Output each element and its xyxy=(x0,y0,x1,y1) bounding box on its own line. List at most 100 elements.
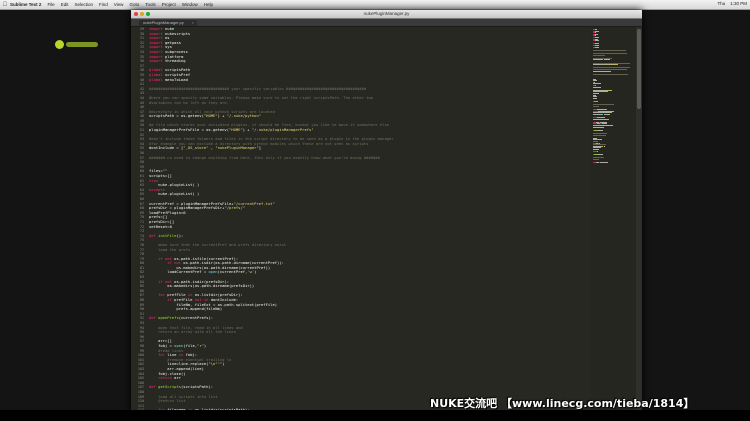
menu-project[interactable]: Project xyxy=(162,2,176,7)
menu-find[interactable]: Find xyxy=(99,2,108,7)
minimap-mark xyxy=(595,40,599,42)
menubar-status: Thu 1:30 PM xyxy=(717,1,747,6)
minimap-mark xyxy=(604,91,608,93)
apple-icon[interactable]:  xyxy=(0,2,10,8)
code-token: #variables can be left as they are. xyxy=(149,99,230,105)
code-token: menuToLoad xyxy=(165,76,188,82)
code-token: ) + xyxy=(217,113,227,119)
minimap-mark xyxy=(593,64,606,66)
code-token: scriptsPath = os.getenv( xyxy=(149,113,204,119)
window-titlebar[interactable]: nukePluginManager.py xyxy=(131,10,642,19)
code-token: dontInclude = [ xyxy=(149,145,184,151)
code-token: return an array with all the lines xyxy=(149,329,236,335)
minimap-mark xyxy=(604,59,611,61)
menu-edit[interactable]: Edit xyxy=(61,2,69,7)
code-token: global xyxy=(149,76,166,82)
code-token: return xyxy=(149,375,175,381)
code-area[interactable]: import nuke import nukescripts import os im… xyxy=(149,26,591,421)
code-token: (file, xyxy=(183,342,198,348)
code-token: openPrefs xyxy=(158,315,179,321)
menu-view[interactable]: View xyxy=(114,2,124,7)
status-pill xyxy=(66,42,98,47)
code-token: "/.nuke/pluginManagerPrefs" xyxy=(251,127,314,133)
status-dot-icon xyxy=(55,40,64,49)
code-token: getScripts xyxy=(158,384,182,390)
menu-bar:  Sublime Text 2 File Edit Selection Fin… xyxy=(0,0,750,10)
desktop-right xyxy=(642,10,750,421)
code-token: setReset=0 xyxy=(149,223,172,229)
code-token: import xyxy=(149,58,166,64)
code-token: "HOME" xyxy=(229,127,243,133)
code-token: initFile xyxy=(158,232,177,238)
menu-tools[interactable]: Tools xyxy=(145,2,156,7)
code-token: (scriptsPath): xyxy=(181,384,214,390)
code-token: def xyxy=(149,315,159,321)
code-token: "\n" xyxy=(208,361,218,367)
minimap-mark xyxy=(595,46,599,48)
line-number-gutter: 29 30 31 32 33 34 35 36 37 38 39 40 41 42 43 44 45 46 47 48… xyxy=(131,27,145,421)
minimap-mark xyxy=(603,70,610,72)
minimap-mark xyxy=(593,59,602,61)
watermark: NUKE交流吧 【www.linecg.com/tieba/1814】 xyxy=(430,397,695,410)
code-token: @return list xyxy=(149,398,186,404)
minimap-mark xyxy=(593,118,610,120)
code-token: (currentPref, xyxy=(217,269,248,275)
menu-window[interactable]: Window xyxy=(182,2,198,7)
code-token: ) xyxy=(222,361,225,367)
minimap-mark xyxy=(600,161,609,163)
code-token: os.makedirs(os.path.dirname(prefsDir)) xyxy=(149,283,255,289)
code-token: "_OS_store" xyxy=(183,145,209,151)
tab-bar: nukePluginManager.py × xyxy=(131,19,642,27)
minimap-mark xyxy=(593,49,627,51)
desktop-left xyxy=(0,10,131,421)
minimap-mark xyxy=(597,101,599,102)
code-token: ) + xyxy=(242,127,252,133)
minimap-mark xyxy=(597,153,603,155)
code-token: "/.nuke/python" xyxy=(226,113,262,119)
app-menu[interactable]: Sublime Text 2 xyxy=(10,2,41,7)
menu-file[interactable]: File xyxy=(47,2,54,7)
code-token: "r" xyxy=(197,342,204,348)
window-title: nukePluginManager.py xyxy=(363,11,410,16)
minimap-mark xyxy=(608,64,619,66)
code-token: "HOME" xyxy=(203,113,218,119)
menu-goto[interactable]: Goto xyxy=(129,2,139,7)
desktop-bottom xyxy=(0,410,750,421)
code-token: def xyxy=(149,232,159,238)
code-token: load the prefs xyxy=(149,246,191,252)
code-token: loadCurrentPref = xyxy=(149,269,209,275)
minimap-mark xyxy=(593,105,600,107)
minimap-mark xyxy=(593,113,603,115)
code-token: ) xyxy=(203,342,207,348)
tab-label: nukePluginManager.py xyxy=(143,20,184,25)
menu-help[interactable]: Help xyxy=(204,2,213,7)
code-token: open xyxy=(208,269,218,275)
code-token: nuke.pluginList( ) xyxy=(149,191,200,197)
menubar-day: Thu xyxy=(717,1,726,6)
minimap-mark xyxy=(593,73,629,75)
code-token: (currentPrefs): xyxy=(178,315,214,321)
minimap-mark xyxy=(593,54,606,56)
minimap-mark xyxy=(593,97,597,99)
code-token: pluginManagerPrefsFile = os.getenv( xyxy=(149,127,230,133)
code-token: arr xyxy=(174,375,182,381)
minimap-mark xyxy=(593,158,599,160)
code-token: def xyxy=(149,384,159,390)
code-token: "nukePluginManager" xyxy=(215,145,259,151)
scrollbar-thumb[interactable] xyxy=(637,29,641,109)
code-token: ) xyxy=(254,269,257,275)
menu-selection[interactable]: Selection xyxy=(74,2,93,7)
code-token: ####### no need to change anything from … xyxy=(149,154,380,160)
code-token: (): xyxy=(176,232,184,238)
minimap-mark xyxy=(593,134,607,136)
vertical-scrollbar[interactable] xyxy=(636,27,642,421)
minimap-mark xyxy=(597,129,603,131)
minimap-mark xyxy=(596,150,598,152)
code-token: prefs.append(fileNm) xyxy=(149,306,223,312)
code-editor[interactable]: 29 30 31 32 33 34 35 36 37 38 39 40 41 42 43 44 45 46 47 48… xyxy=(131,26,591,421)
close-tab-icon[interactable]: × xyxy=(192,20,194,26)
code-token: threading xyxy=(165,58,186,64)
notification-indicator[interactable] xyxy=(55,40,98,49)
minimap[interactable] xyxy=(591,27,636,421)
minimap-mark xyxy=(593,126,605,128)
